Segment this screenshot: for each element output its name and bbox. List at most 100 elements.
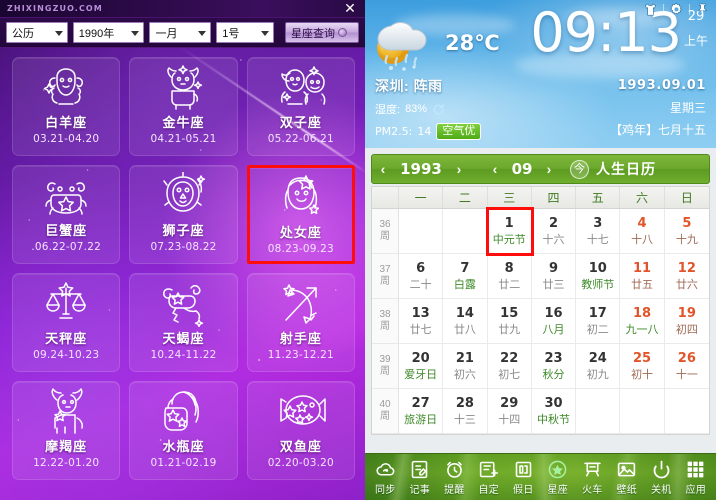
day-lunar-or-festival: 廿三 [542, 278, 565, 291]
day-select[interactable]: 1号 [216, 22, 275, 43]
calendar-empty-cell [620, 389, 665, 434]
calendar-day-cell[interactable]: 16 八月 [531, 299, 577, 344]
virgo-icon [284, 175, 319, 215]
zodiac-card-virgo[interactable]: 处女座 08.23-09.23 [246, 165, 355, 264]
calendar-day-cell[interactable]: 6 二十 [399, 254, 444, 299]
zodiac-card-cancer[interactable]: 巨蟹座 .06.22-07.22 [12, 165, 121, 264]
zodiac-dates: 02.20-03.20 [267, 457, 334, 469]
pisces-icon [280, 395, 326, 425]
dock-item-custom[interactable]: 自定 [473, 459, 504, 496]
prev-year-button[interactable]: ‹ [372, 161, 394, 177]
lunar-date: 【鸡年】七月十五 [609, 123, 706, 137]
next-month-button[interactable]: › [538, 161, 560, 177]
zodiac-name: 摩羯座 [45, 439, 88, 454]
nav-month-value[interactable]: 09 [506, 160, 538, 178]
zodiac-card-taurus[interactable]: 金牛座 04.21-05.21 [129, 57, 238, 156]
dock-item-zodiac[interactable]: 星座 [542, 459, 573, 496]
dock-item-note[interactable]: 记事 [404, 459, 435, 496]
month-select[interactable]: 一月 [149, 22, 212, 43]
calendar-day-cell[interactable]: 26 十一 [664, 344, 709, 389]
calendar-day-cell[interactable]: 27 旅游日 [399, 389, 444, 434]
zodiac-title-bar: ZHIXINGZUO.COM ✕ [0, 0, 365, 18]
pm25-value: 14 [417, 125, 432, 138]
next-year-button[interactable]: › [448, 161, 470, 177]
calendar-day-cell[interactable]: 8 廿二 [487, 254, 532, 299]
chevron-down-icon [261, 30, 270, 36]
zodiac-card-scorpio[interactable]: 天蝎座 10.24-11.22 [129, 273, 238, 372]
zodiac-card-leo[interactable]: 狮子座 07.23-08.22 [129, 165, 238, 264]
calendar-day-cell[interactable]: 1 中元节 [485, 207, 534, 256]
zodiac-card-sagittarius[interactable]: 射手座 11.23-12.21 [246, 273, 355, 372]
day-lunar-or-festival: 十六 [542, 233, 565, 246]
dock-item-apps[interactable]: 应用 [680, 459, 711, 496]
calendar-day-cell[interactable]: 22 初七 [487, 344, 532, 389]
dock-item-sync[interactable]: 同步 [370, 459, 401, 496]
calendar-day-cell[interactable]: 28 十三 [443, 389, 488, 434]
calendar-day-cell[interactable]: 17 初二 [576, 299, 621, 344]
day-number: 23 [544, 350, 563, 366]
calendar-day-cell[interactable]: 7 白露 [443, 254, 488, 299]
calendar-grid: 36 周 1 中元节 2 十六 3 十七 4 十八 5 十九 37 周 6 二十 7 白露 8 廿二 9 廿三 10 教师节 1… [371, 207, 710, 435]
calendar-day-cell[interactable]: 14 廿八 [443, 299, 488, 344]
calendar-day-cell[interactable]: 30 中秋节 [531, 389, 577, 434]
calendar-day-cell[interactable]: 23 秋分 [531, 344, 577, 389]
calendar-day-cell[interactable]: 10 教师节 [576, 254, 621, 299]
refresh-icon[interactable] [432, 103, 445, 116]
calendar-day-cell[interactable]: 25 初十 [620, 344, 665, 389]
calendar-day-cell[interactable]: 9 廿三 [531, 254, 577, 299]
close-icon[interactable]: ✕ [340, 0, 360, 18]
calendar-day-cell[interactable]: 5 十九 [664, 209, 709, 254]
day-lunar-or-festival: 初七 [498, 368, 521, 381]
day-number: 2 [548, 215, 559, 231]
prev-month-button[interactable]: ‹ [484, 161, 506, 177]
day-lunar-or-festival: 廿六 [675, 278, 698, 291]
zodiac-card-aquarius[interactable]: 水瓶座 01.21-02.19 [129, 381, 238, 480]
zodiac-name: 巨蟹座 [45, 223, 88, 238]
wallpaper-icon [618, 462, 636, 476]
day-lunar-or-festival: 九一八 [625, 323, 659, 336]
dock-item-train[interactable]: 火车 [577, 459, 608, 496]
dock-item-reminder[interactable]: 提醒 [439, 459, 470, 496]
shirt-skin-icon[interactable] [643, 2, 658, 17]
dock-item-wallpaper[interactable]: 壁纸 [611, 459, 642, 496]
calendar-day-cell[interactable]: 24 初九 [576, 344, 621, 389]
calendar-day-cell[interactable]: 11 廿五 [620, 254, 665, 299]
gear-icon[interactable] [669, 2, 684, 17]
calendar-day-cell[interactable]: 3 十七 [576, 209, 621, 254]
day-lunar-or-festival: 十四 [498, 413, 521, 426]
day-lunar-or-festival: 廿七 [409, 323, 432, 336]
calendar-day-cell[interactable]: 12 廿六 [664, 254, 709, 299]
zodiac-card-libra[interactable]: 天秤座 09.24-10.23 [12, 273, 121, 372]
calendar-day-cell[interactable]: 18 九一八 [620, 299, 665, 344]
nav-year-value[interactable]: 1993 [394, 160, 448, 178]
calendar-day-cell[interactable]: 13 廿七 [399, 299, 444, 344]
calendar-type-select[interactable]: 公历 [6, 22, 68, 43]
weekday-header-blank [372, 187, 399, 208]
calendar-day-cell[interactable]: 21 初六 [443, 344, 488, 389]
zodiac-card-capricorn[interactable]: 摩羯座 12.22-01.20 [12, 381, 121, 480]
week-number: 37 周 [372, 254, 399, 299]
scorpio-icon [163, 285, 204, 327]
zodiac-dates: 03.21-04.20 [33, 133, 100, 145]
year-select[interactable]: 1990年 [72, 22, 145, 43]
calendar-day-cell[interactable]: 4 十八 [620, 209, 665, 254]
zodiac-query-button[interactable]: 星座查询 [285, 22, 360, 43]
calendar-day-cell[interactable]: 29 十四 [487, 389, 532, 434]
dock-item-holiday[interactable]: 假日 [508, 459, 539, 496]
day-lunar-or-festival: 八月 [542, 323, 565, 336]
calendar-empty-cell [443, 209, 488, 254]
week-number-unit: 周 [380, 276, 390, 287]
app-root: ZHIXINGZUO.COM ✕ 公历 1990年 一月 1号 星座查询 白羊座… [0, 0, 716, 500]
dock-item-shutdown[interactable]: 关机 [646, 459, 677, 496]
calendar-day-cell[interactable]: 2 十六 [531, 209, 577, 254]
calendar-day-cell[interactable]: 19 初四 [664, 299, 709, 344]
today-button[interactable]: 今 [570, 159, 589, 179]
calendar-day-cell[interactable]: 20 爱牙日 [399, 344, 444, 389]
capricorn-icon [51, 388, 84, 434]
pin-icon[interactable] [695, 2, 710, 17]
zodiac-dates: 04.21-05.21 [150, 133, 217, 145]
zodiac-card-pisces[interactable]: 双鱼座 02.20-03.20 [246, 381, 355, 480]
zodiac-card-aries[interactable]: 白羊座 03.21-04.20 [12, 57, 121, 156]
calendar-day-cell[interactable]: 15 廿九 [487, 299, 532, 344]
zodiac-card-gemini[interactable]: 双子座 05.22-06.21 [246, 57, 355, 156]
